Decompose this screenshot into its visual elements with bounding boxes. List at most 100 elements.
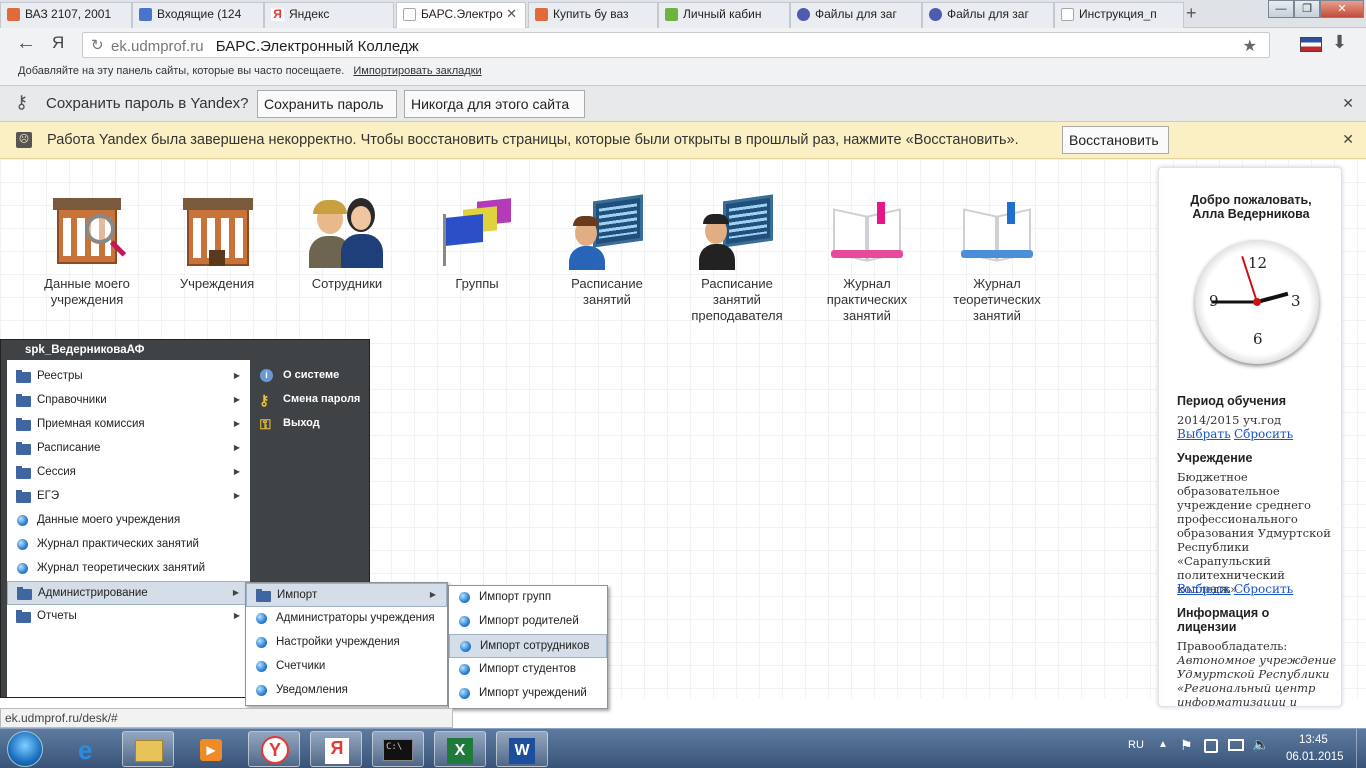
- yandex-browser-taskbar-icon[interactable]: Y: [248, 731, 300, 767]
- new-tab-button[interactable]: +: [1186, 3, 1197, 24]
- import-submenu-item[interactable]: Импорт групп: [449, 586, 607, 610]
- start-menu-item[interactable]: Журнал практических занятий: [7, 533, 250, 557]
- never-save-button[interactable]: Никогда для этого сайта: [404, 90, 585, 118]
- browser-tab[interactable]: Инструкция_п: [1054, 2, 1184, 28]
- desktop-icon-institutions[interactable]: Учреждения: [157, 194, 277, 292]
- mail-favicon-icon: [139, 8, 152, 21]
- bookmark-star-icon[interactable]: ★: [1243, 36, 1257, 56]
- explorer-taskbar-icon[interactable]: [122, 731, 174, 767]
- desktop-icon-practice-journal[interactable]: Журнал практических занятий: [807, 194, 927, 324]
- extension-flag-icon[interactable]: [1300, 37, 1322, 52]
- browser-tab[interactable]: Файлы для заг: [922, 2, 1054, 28]
- word-taskbar-icon[interactable]: W: [496, 731, 548, 767]
- start-menu-item[interactable]: Данные моего учреждения: [7, 509, 250, 533]
- start-menu-item[interactable]: ЕГЭ ▶: [7, 485, 250, 509]
- about-system-item[interactable]: iО системе: [255, 364, 367, 388]
- admin-submenu-item[interactable]: Администраторы учреждения: [246, 607, 447, 631]
- admin-submenu-item[interactable]: Настройки учреждения: [246, 631, 447, 655]
- admin-submenu-item[interactable]: Уведомления: [246, 679, 447, 703]
- browser-tab[interactable]: Я Яндекс: [264, 2, 394, 28]
- period-choose-link[interactable]: Выбрать: [1177, 427, 1231, 441]
- close-tab-icon[interactable]: ✕: [506, 6, 517, 22]
- browser-tab[interactable]: Входящие (124: [132, 2, 264, 28]
- menu-item-label: Отчеты: [37, 610, 77, 622]
- browser-tab[interactable]: ВАЗ 2107, 2001: [0, 2, 132, 28]
- bullet-dot-icon: [17, 515, 28, 526]
- desktop-icon-my-institution[interactable]: Данные моего учреждения: [27, 194, 147, 308]
- action-center-flag-icon[interactable]: ⚑: [1180, 737, 1193, 754]
- import-bookmarks-link[interactable]: Импортировать закладки: [353, 65, 481, 77]
- start-menu-item[interactable]: Отчеты ▶: [7, 605, 250, 629]
- start-menu-item[interactable]: Сессия ▶: [7, 461, 250, 485]
- clock-number: 3: [1291, 292, 1301, 310]
- tab-favicon-icon: [797, 8, 810, 21]
- minimize-button[interactable]: —: [1268, 0, 1294, 18]
- close-window-button[interactable]: ✕: [1320, 0, 1364, 18]
- browser-tab[interactable]: Купить бу ваз: [528, 2, 658, 28]
- bookmarks-bar-hint: Добавляйте на эту панель сайты, которые …: [18, 65, 345, 77]
- desktop-icon-employees[interactable]: Сотрудники: [287, 194, 407, 292]
- restore-button[interactable]: Восстановить: [1062, 126, 1169, 154]
- period-reset-link[interactable]: Сбросить: [1234, 427, 1293, 441]
- maximize-button[interactable]: ❐: [1294, 0, 1320, 18]
- show-desktop-button[interactable]: [1356, 729, 1366, 768]
- tab-favicon-icon: [7, 8, 20, 21]
- license-holder-label: Правообладатель:: [1177, 639, 1288, 653]
- folder-icon: [16, 610, 31, 623]
- media-player-taskbar-icon[interactable]: ▶: [184, 731, 236, 767]
- start-menu-item[interactable]: Администрирование ▶: [7, 581, 250, 605]
- start-menu-actions: iО системе ⚷ Смена пароля ⚿ Выход: [255, 364, 367, 436]
- desktop-icon-teacher-schedule[interactable]: Расписание занятий преподавателя: [677, 194, 797, 324]
- network-icon[interactable]: [1204, 739, 1218, 753]
- start-menu-item[interactable]: Расписание ▶: [7, 437, 250, 461]
- language-indicator[interactable]: RU: [1128, 739, 1144, 751]
- clock-number: 12: [1248, 254, 1268, 272]
- yandex-taskbar-icon[interactable]: Я: [310, 731, 362, 767]
- address-field[interactable]: ↻ ek.udmprof.ru БАРС.Электронный Колледж…: [82, 32, 1270, 58]
- close-infobar-icon[interactable]: ✕: [1342, 95, 1354, 112]
- submenu-arrow-icon: ▶: [233, 443, 240, 452]
- import-submenu-item[interactable]: Импорт сотрудников: [449, 634, 607, 658]
- administration-submenu: Импорт ▶ Администраторы учреждения Настройк…: [245, 582, 448, 706]
- clock-number: 6: [1253, 330, 1263, 348]
- submenu-arrow-icon: ▶: [233, 371, 240, 380]
- clock-time[interactable]: 13:45: [1299, 734, 1328, 746]
- yandex-logo-icon[interactable]: Я: [52, 33, 64, 53]
- volume-icon[interactable]: 🔈: [1252, 736, 1269, 753]
- clock-date[interactable]: 06.01.2015: [1286, 751, 1344, 763]
- organization-choose-link[interactable]: Выбрать: [1177, 582, 1231, 596]
- start-menu-item[interactable]: Справочники ▶: [7, 389, 250, 413]
- submenu-arrow-icon: ▶: [233, 395, 240, 404]
- close-infobar-icon[interactable]: ✕: [1342, 131, 1354, 148]
- tray-expand-icon[interactable]: ▲: [1158, 739, 1168, 750]
- desktop-icon-schedule[interactable]: Расписание занятий: [547, 194, 667, 308]
- browser-tab-active[interactable]: БАРС.Электро ✕: [396, 2, 526, 29]
- admin-submenu-item[interactable]: Счетчики: [246, 655, 447, 679]
- start-menu-item[interactable]: Реестры ▶: [7, 365, 250, 389]
- browser-tab[interactable]: Личный кабин: [658, 2, 790, 28]
- start-menu-item[interactable]: Журнал теоретических занятий: [7, 557, 250, 581]
- desktop-icon-groups[interactable]: Группы: [417, 194, 537, 292]
- ie-taskbar-icon[interactable]: e: [64, 731, 116, 767]
- import-submenu-item[interactable]: Импорт родителей: [449, 610, 607, 634]
- back-arrow-icon[interactable]: ←: [16, 32, 36, 55]
- browser-tab[interactable]: Файлы для заг: [790, 2, 922, 28]
- organization-value: Бюджетное образовательное учреждение сре…: [1177, 470, 1331, 596]
- organization-reset-link[interactable]: Сбросить: [1234, 582, 1293, 596]
- start-orb-button[interactable]: [7, 731, 43, 767]
- start-menu-item[interactable]: Приемная комиссия ▶: [7, 413, 250, 437]
- admin-submenu-item[interactable]: Импорт ▶: [246, 583, 447, 607]
- menu-item-label: Администраторы учреждения: [276, 612, 435, 624]
- save-password-button[interactable]: Сохранить пароль: [257, 90, 397, 118]
- desktop-icon-theory-journal[interactable]: Журнал теоретических занятий: [937, 194, 1057, 324]
- logout-item[interactable]: ⚿ Выход: [255, 412, 367, 436]
- change-password-item[interactable]: ⚷ Смена пароля: [255, 388, 367, 412]
- download-icon[interactable]: ⬇: [1332, 32, 1347, 53]
- start-menu-user: spk_ВедерниковаАФ: [25, 344, 145, 356]
- import-submenu-item[interactable]: Импорт учреждений: [449, 682, 607, 706]
- excel-taskbar-icon[interactable]: X: [434, 731, 486, 767]
- display-icon[interactable]: [1228, 739, 1244, 751]
- console-taskbar-icon[interactable]: C:\: [372, 731, 424, 767]
- refresh-icon[interactable]: ↻: [91, 36, 104, 54]
- import-submenu-item[interactable]: Импорт студентов: [449, 658, 607, 682]
